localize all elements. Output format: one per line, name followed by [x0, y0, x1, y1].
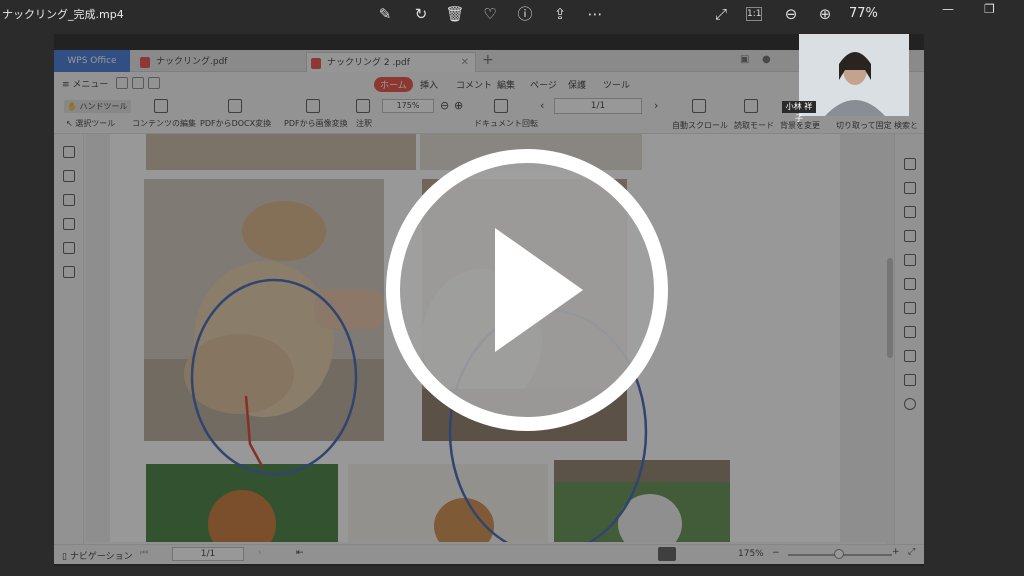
more-icon[interactable]: ⋯: [585, 4, 605, 24]
minimize-icon[interactable]: —: [942, 2, 954, 16]
edit-icon[interactable]: ✎: [375, 4, 395, 24]
zoom-level: 77%: [849, 6, 878, 21]
heart-icon[interactable]: ♡: [480, 4, 500, 24]
actual-size-icon[interactable]: 1:1: [746, 7, 762, 21]
play-button[interactable]: [383, 146, 671, 434]
presenter-name: 小林 祥子: [782, 101, 816, 123]
trash-icon[interactable]: 🗑: [445, 4, 465, 24]
rotate-icon[interactable]: ↻: [411, 4, 431, 24]
zoom-in-icon[interactable]: ⊕: [815, 4, 835, 24]
fullscreen-icon[interactable]: ⤢: [711, 4, 731, 24]
zoom-out-icon[interactable]: ⊖: [781, 4, 801, 24]
player-toolbar: ナックリング_完成.mp4 ✎ ↻ 🗑 ♡ ⓘ ⇪ ⋯ ⤢ 1:1 ⊖ ⊕ 77…: [0, 0, 1024, 28]
video-title: ナックリング_完成.mp4: [2, 8, 124, 21]
restore-icon[interactable]: ❐: [984, 2, 995, 16]
info-icon[interactable]: ⓘ: [515, 4, 535, 24]
share-icon[interactable]: ⇪: [550, 4, 570, 24]
